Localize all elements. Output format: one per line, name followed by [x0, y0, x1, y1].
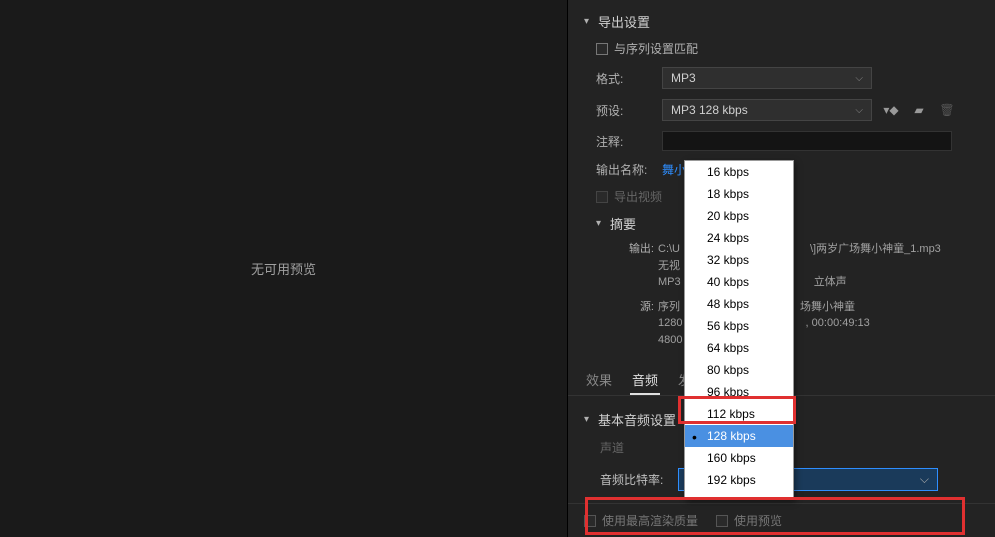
export-video-label: 导出视频: [614, 188, 662, 205]
match-sequence-checkbox[interactable]: 与序列设置匹配: [596, 40, 698, 57]
tab-effects[interactable]: 效果: [584, 366, 614, 395]
format-row: 格式: MP3 ⌵: [568, 62, 995, 94]
source-dur: , 00:00:49:13: [806, 317, 870, 329]
audio-section-title: 基本音频设置: [598, 410, 676, 429]
use-preview-label: 使用预览: [734, 512, 782, 529]
source-name: 场舞小神童: [800, 299, 855, 316]
export-title: 导出设置: [598, 12, 650, 31]
summary-title: 摘要: [610, 214, 636, 233]
checkbox-icon: [596, 191, 608, 203]
preset-label: 预设:: [596, 102, 652, 119]
bitrate-option[interactable]: 64 kbps: [685, 337, 793, 359]
match-sequence-label: 与序列设置匹配: [614, 40, 698, 57]
bitrate-option[interactable]: 40 kbps: [685, 271, 793, 293]
chevron-down-icon: ⌵: [855, 73, 863, 84]
preset-row: 预设: MP3 128 kbps ⌵ ▾◆ ▰ 🗑: [568, 94, 995, 126]
import-preset-icon[interactable]: ▰: [910, 102, 928, 118]
bitrate-option[interactable]: 56 kbps: [685, 315, 793, 337]
bitrate-option[interactable]: 160 kbps: [685, 447, 793, 469]
source-seq: 序列: [658, 299, 680, 316]
output-name-label: 输出名称:: [596, 161, 652, 178]
bitrate-option[interactable]: 192 kbps: [685, 469, 793, 491]
bitrate-option[interactable]: 128 kbps: [685, 425, 793, 447]
source-label: 源:: [618, 299, 654, 316]
source-res: 1280: [658, 317, 682, 329]
comment-row: 注释:: [568, 126, 995, 156]
bottom-options: 使用最高渲染质量 使用预览: [568, 503, 995, 537]
output-codec: MP3: [658, 276, 681, 288]
preview-panel: 无可用预览: [0, 0, 568, 537]
tab-audio[interactable]: 音频: [630, 366, 660, 395]
bitrate-option[interactable]: 16 kbps: [685, 161, 793, 183]
chevron-down-icon: ⌵: [920, 472, 929, 487]
bitrate-option[interactable]: 48 kbps: [685, 293, 793, 315]
chevron-down-icon: ▾: [584, 16, 594, 27]
max-quality-checkbox[interactable]: 使用最高渲染质量: [584, 512, 698, 529]
export-settings-header[interactable]: ▾ 导出设置: [568, 8, 995, 35]
checkbox-icon: [584, 515, 596, 527]
preset-value: MP3 128 kbps: [671, 103, 748, 117]
bitrate-option[interactable]: 20 kbps: [685, 205, 793, 227]
format-dropdown[interactable]: MP3 ⌵: [662, 67, 872, 89]
bitrate-option[interactable]: 96 kbps: [685, 381, 793, 403]
chevron-down-icon: ▾: [596, 218, 606, 229]
format-value: MP3: [671, 71, 696, 85]
channel-label: 声道: [600, 439, 668, 456]
source-rate: 4800: [658, 334, 682, 346]
bitrate-option[interactable]: 112 kbps: [685, 403, 793, 425]
export-video-checkbox[interactable]: 导出视频: [596, 188, 662, 205]
use-preview-checkbox[interactable]: 使用预览: [716, 512, 782, 529]
output-channels: 立体声: [814, 276, 847, 288]
format-label: 格式:: [596, 70, 652, 87]
comment-input[interactable]: [662, 131, 952, 151]
bitrate-option[interactable]: 24 kbps: [685, 227, 793, 249]
bitrate-option[interactable]: 18 kbps: [685, 183, 793, 205]
match-sequence-row: 与序列设置匹配: [568, 35, 995, 62]
comment-label: 注释:: [596, 133, 652, 150]
checkbox-icon: [716, 515, 728, 527]
output-label: 输出:: [618, 241, 654, 258]
bitrate-option[interactable]: 224 kbps: [685, 491, 793, 500]
preset-dropdown[interactable]: MP3 128 kbps ⌵: [662, 99, 872, 121]
bitrate-dropdown-menu[interactable]: 16 kbps18 kbps20 kbps24 kbps32 kbps40 kb…: [684, 160, 794, 500]
save-preset-icon[interactable]: ▾◆: [882, 102, 900, 118]
delete-preset-icon[interactable]: 🗑: [938, 102, 956, 118]
bitrate-label: 音频比特率:: [600, 471, 668, 488]
max-quality-label: 使用最高渲染质量: [602, 512, 698, 529]
bitrate-option[interactable]: 80 kbps: [685, 359, 793, 381]
output-none: 无视: [658, 260, 680, 272]
chevron-down-icon: ⌵: [855, 105, 863, 116]
no-preview-text: 无可用预览: [251, 259, 316, 278]
bitrate-option[interactable]: 32 kbps: [685, 249, 793, 271]
output-file: \]两岁广场舞小神童_1.mp3: [810, 241, 941, 258]
chevron-down-icon: ▾: [584, 414, 594, 425]
output-path: C:\U: [658, 241, 680, 258]
checkbox-icon: [596, 43, 608, 55]
